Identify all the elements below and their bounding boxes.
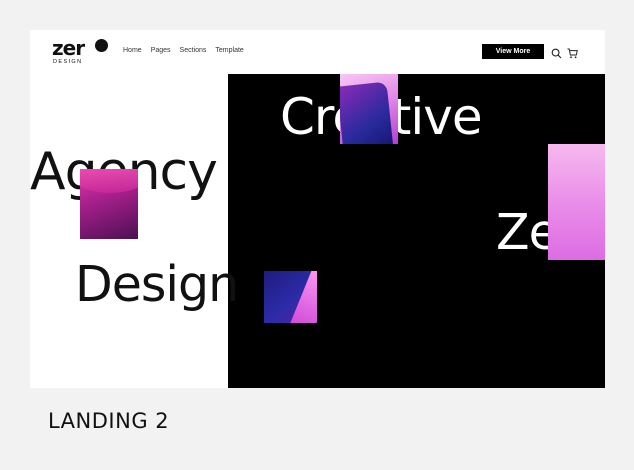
logo-wordmark: zer	[52, 36, 85, 60]
hero-image-tile-right	[548, 144, 605, 260]
nav-item-pages[interactable]: Pages	[151, 47, 171, 54]
hero-word-design: Design	[75, 256, 239, 313]
logo-dot	[95, 39, 108, 52]
preview-header: zer DESIGN Home Pages Sections Template …	[30, 30, 605, 74]
nav-menu: Home Pages Sections Template	[123, 47, 244, 54]
template-preview-card[interactable]: zer DESIGN Home Pages Sections Template …	[30, 30, 605, 388]
view-more-button[interactable]: View More	[482, 44, 544, 59]
nav-item-home[interactable]: Home	[123, 47, 142, 54]
template-caption[interactable]: LANDING 2	[48, 409, 169, 433]
logo-subtitle: DESIGN	[53, 59, 83, 65]
search-icon[interactable]	[551, 46, 562, 59]
hero-image-tile-top	[340, 74, 398, 144]
nav-item-template[interactable]: Template	[215, 47, 243, 54]
logo[interactable]: zer DESIGN	[52, 37, 108, 67]
hero-image-tile-left	[80, 169, 138, 239]
nav-item-sections[interactable]: Sections	[180, 47, 207, 54]
hero-image-tile-bottom	[264, 271, 317, 323]
cart-icon[interactable]	[567, 46, 578, 59]
